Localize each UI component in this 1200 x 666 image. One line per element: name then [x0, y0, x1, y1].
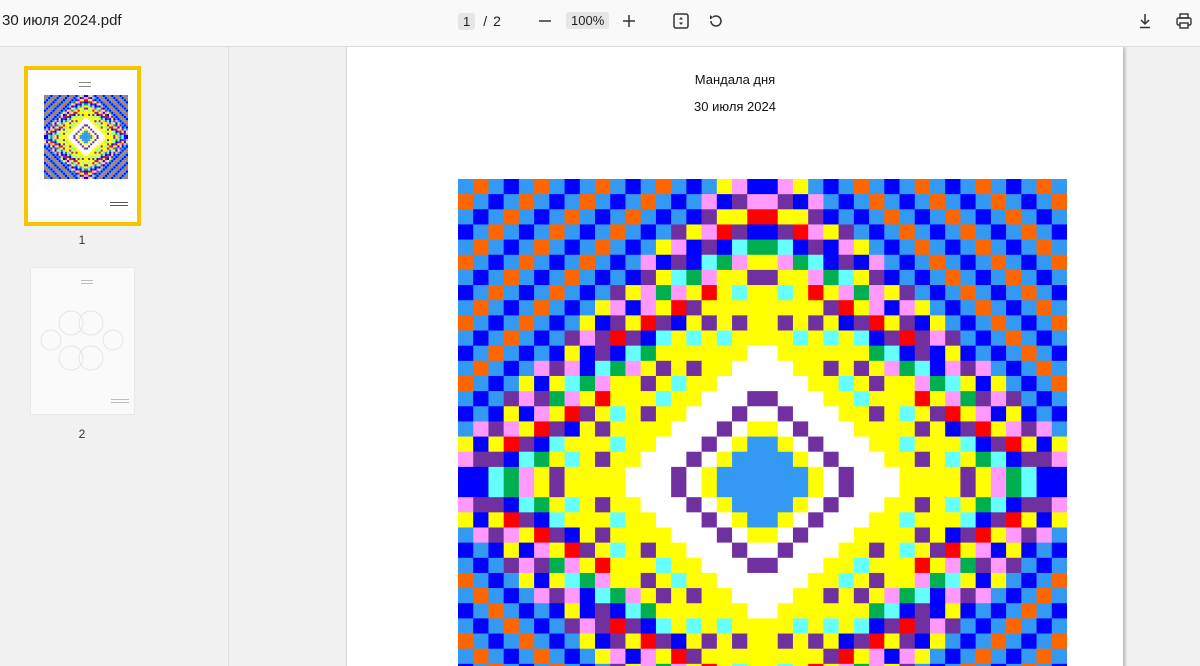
zoom-level[interactable]: 100% — [566, 12, 610, 29]
thumbnail-mandala-image — [44, 95, 128, 179]
pdf-page: Мандала дня 30 июля 2024 — [346, 47, 1123, 666]
thumbnail-text-line — [111, 402, 129, 403]
toolbar: 30 июля 2024.pdf 1 / 2 100% — [0, 0, 1200, 47]
page-thumbnail-1[interactable] — [24, 66, 141, 226]
rotate-icon[interactable] — [704, 9, 728, 33]
mandala-image — [458, 179, 1067, 666]
document-viewer[interactable]: Мандала дня 30 июля 2024 — [229, 47, 1200, 666]
page-total: 2 — [493, 13, 501, 29]
thumbnail-text-line — [79, 82, 91, 83]
thumbnail-outline-image — [40, 310, 124, 371]
zoom-out-icon[interactable] — [533, 9, 557, 33]
page-number-input[interactable]: 1 — [458, 12, 476, 30]
thumbnail-text-line — [110, 202, 128, 203]
fit-page-icon[interactable] — [669, 9, 693, 33]
page-separator: / — [483, 13, 488, 29]
page-navigation: 1 / 2 — [458, 11, 501, 31]
document-title: 30 июля 2024.pdf — [2, 12, 122, 29]
page-thumbnail-2[interactable] — [30, 267, 135, 415]
download-icon[interactable] — [1133, 9, 1157, 33]
thumbnail-text-line — [111, 399, 129, 400]
page-heading: Мандала дня — [694, 72, 776, 87]
thumbnail-text-line — [110, 205, 128, 206]
thumbnail-text-line — [79, 86, 91, 87]
print-icon[interactable] — [1172, 9, 1196, 33]
thumbnail-label-2: 2 — [78, 427, 86, 441]
thumbnail-sidebar: 1 2 — [0, 47, 229, 666]
zoom-in-icon[interactable] — [617, 9, 641, 33]
thumbnail-label-1: 1 — [78, 233, 86, 247]
page-date: 30 июля 2024 — [694, 99, 776, 114]
